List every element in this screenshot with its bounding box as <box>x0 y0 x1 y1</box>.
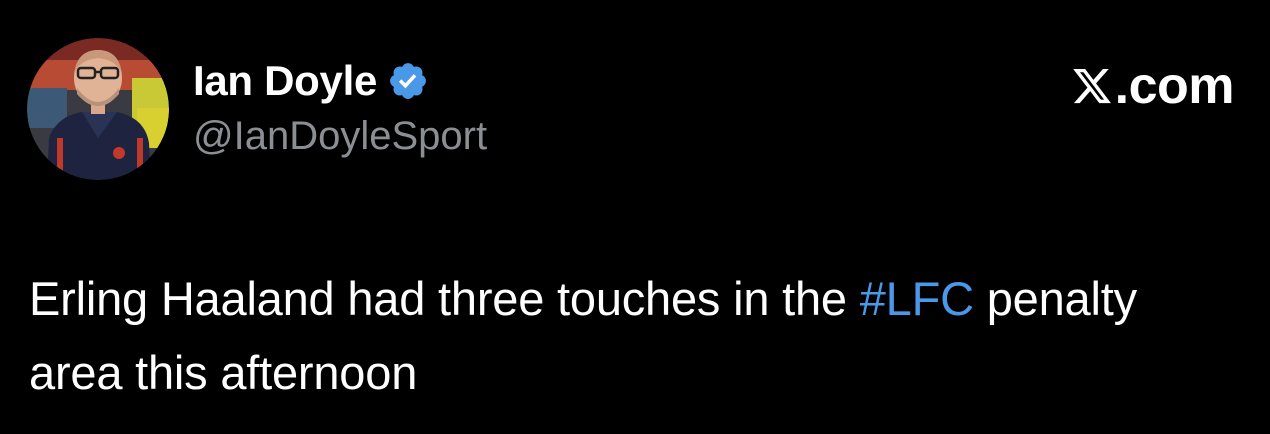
display-name[interactable]: Ian Doyle <box>193 57 377 105</box>
avatar[interactable] <box>27 38 169 180</box>
brand-domain-text: .com <box>1114 57 1235 115</box>
hashtag-link[interactable]: #LFC <box>860 272 974 325</box>
tweet-text-start: Erling Haaland had three touches in the <box>29 272 860 325</box>
tweet-card: Ian Doyle @IanDoyleSport .com Erling Haa… <box>0 0 1270 434</box>
avatar-image <box>27 38 169 180</box>
brand-logo: .com <box>1071 57 1235 115</box>
author-handle[interactable]: @IanDoyleSport <box>193 114 487 159</box>
x-logo-icon <box>1071 64 1113 108</box>
tweet-text: Erling Haaland had three touches in the … <box>29 262 1229 410</box>
author-name-row: Ian Doyle <box>193 53 429 109</box>
verified-badge-icon <box>387 60 429 102</box>
